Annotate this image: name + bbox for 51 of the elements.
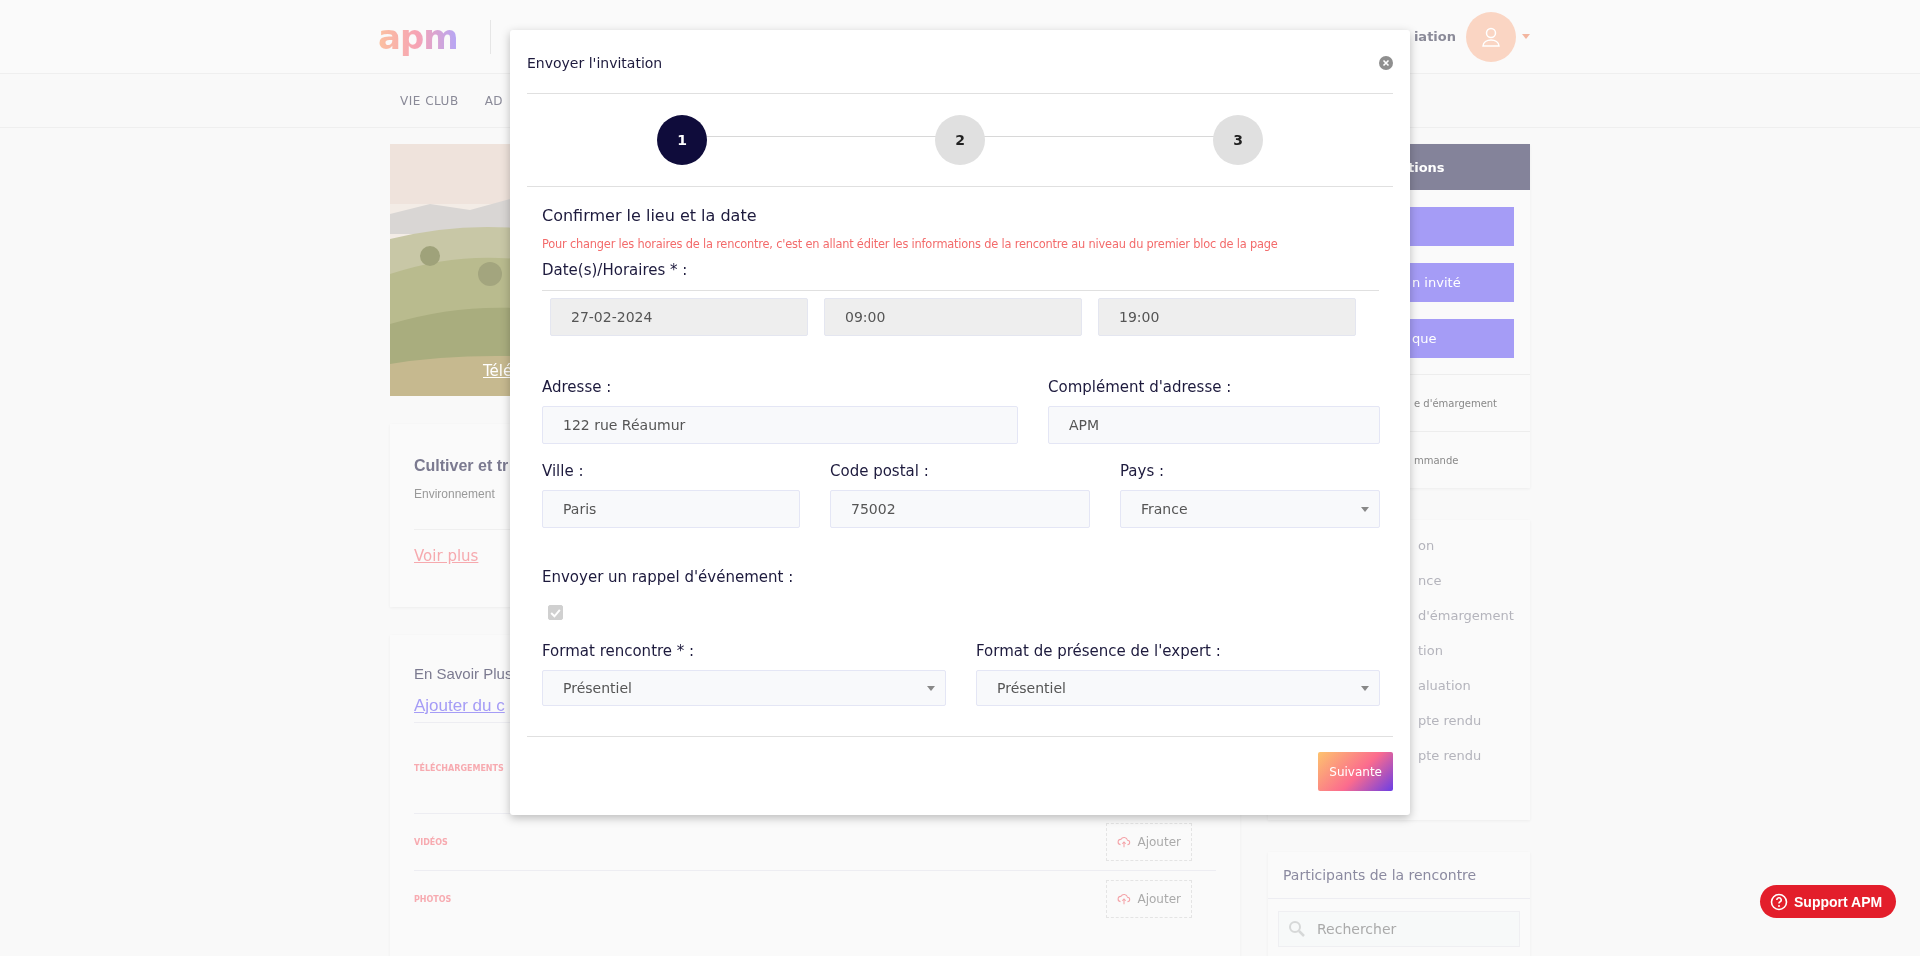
section-label: TÉLÉCHARGEMENTS (414, 763, 504, 773)
field-label: Code postal : (830, 462, 930, 480)
date-field: 27-02-2024 (550, 298, 808, 336)
search-field[interactable]: Rechercher (1278, 911, 1520, 947)
nav-link[interactable]: VIE CLUB (400, 93, 459, 108)
field-label: Pays : (1120, 462, 1166, 480)
support-button[interactable]: Support APM (1760, 885, 1897, 918)
step-circle[interactable]: 3 (1213, 115, 1263, 165)
add-content-link[interactable]: Ajouter du c (414, 696, 505, 716)
add-button[interactable]: Ajouter (1106, 880, 1192, 918)
warning-text: Pour changer les horaires de la rencontre, c'est en allant éditer les informations de la rencontre au niveau du premier bloc de la page (542, 237, 1279, 251)
search-icon (1288, 920, 1306, 938)
help-icon (1770, 892, 1788, 911)
header-menu-item[interactable]: iation (1413, 29, 1456, 44)
caret-icon (1361, 685, 1369, 691)
field-label: Adresse : (542, 378, 613, 396)
next-button[interactable]: Suivante (1318, 752, 1393, 791)
date-field: 09:00 (824, 298, 1082, 336)
card-title: Cultiver et tr (414, 457, 509, 475)
field-label: Format de présence de l'expert : (976, 642, 1222, 660)
step-circle[interactable]: 2 (935, 115, 985, 165)
close-icon[interactable] (1379, 55, 1393, 70)
card-title: Participants de la rencontre (1268, 852, 1530, 899)
select-field[interactable]: France (1120, 490, 1380, 528)
section-label: PHOTOS (414, 894, 452, 904)
caret-icon (1361, 506, 1369, 512)
select-field[interactable]: Présentiel (976, 670, 1380, 706)
cloud-upload-icon (1117, 892, 1132, 906)
input-field[interactable]: APM (1048, 406, 1380, 444)
cloud-upload-icon (1117, 835, 1132, 849)
section-title: Confirmer le lieu et la date (542, 206, 758, 225)
nav-link[interactable]: AD (484, 93, 504, 108)
field-label: Complément d'adresse : (1048, 378, 1233, 396)
caret-icon (1522, 34, 1530, 39)
field-label: Format rencontre * : (542, 642, 696, 660)
select-field[interactable]: Présentiel (542, 670, 946, 706)
input-field[interactable]: Paris (542, 490, 800, 528)
step-circle[interactable]: 1 (657, 115, 707, 165)
see-more-link[interactable]: Voir plus (414, 547, 479, 565)
input-field[interactable]: 75002 (830, 490, 1090, 528)
download-link[interactable]: Télé (483, 362, 513, 380)
field-label: Ville : (542, 462, 585, 480)
input-field[interactable]: 122 rue Réaumur (542, 406, 1018, 444)
field-label: Date(s)/Horaires * : (542, 261, 689, 279)
dialog-title: Envoyer l'invitation (527, 54, 663, 71)
card-subtitle: Environnement (414, 487, 495, 501)
field-label: Envoyer un rappel d'événement : (542, 568, 795, 586)
date-field: 19:00 (1098, 298, 1356, 336)
caret-icon (927, 685, 935, 691)
section-label: VIDÉOS (414, 837, 448, 847)
add-button[interactable]: Ajouter (1106, 823, 1192, 861)
